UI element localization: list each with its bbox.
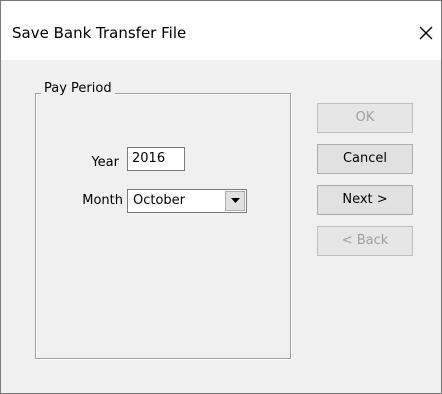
window-title: Save Bank Transfer File	[12, 24, 187, 42]
month-select[interactable]: October	[127, 189, 247, 213]
month-label: Month	[82, 193, 123, 208]
month-dropdown-button[interactable]	[225, 191, 245, 211]
year-input[interactable]: 2016	[127, 147, 185, 171]
ok-button[interactable]: OK	[317, 103, 413, 133]
dialog-body: Pay Period Year 2016 Month October OK Ca…	[1, 60, 441, 393]
dialog-window: Save Bank Transfer File Pay Period Year …	[0, 0, 442, 394]
back-button[interactable]: < Back	[317, 226, 413, 256]
chevron-down-icon	[231, 198, 240, 203]
close-icon	[419, 26, 433, 40]
pay-period-legend: Pay Period	[41, 81, 115, 96]
pay-period-group	[35, 93, 291, 359]
month-selected-value: October	[133, 193, 186, 208]
title-bar[interactable]: Save Bank Transfer File	[1, 1, 441, 60]
cancel-button[interactable]: Cancel	[317, 144, 413, 174]
year-label: Year	[91, 155, 119, 170]
next-button[interactable]: Next >	[317, 185, 413, 215]
close-button[interactable]	[411, 15, 441, 49]
